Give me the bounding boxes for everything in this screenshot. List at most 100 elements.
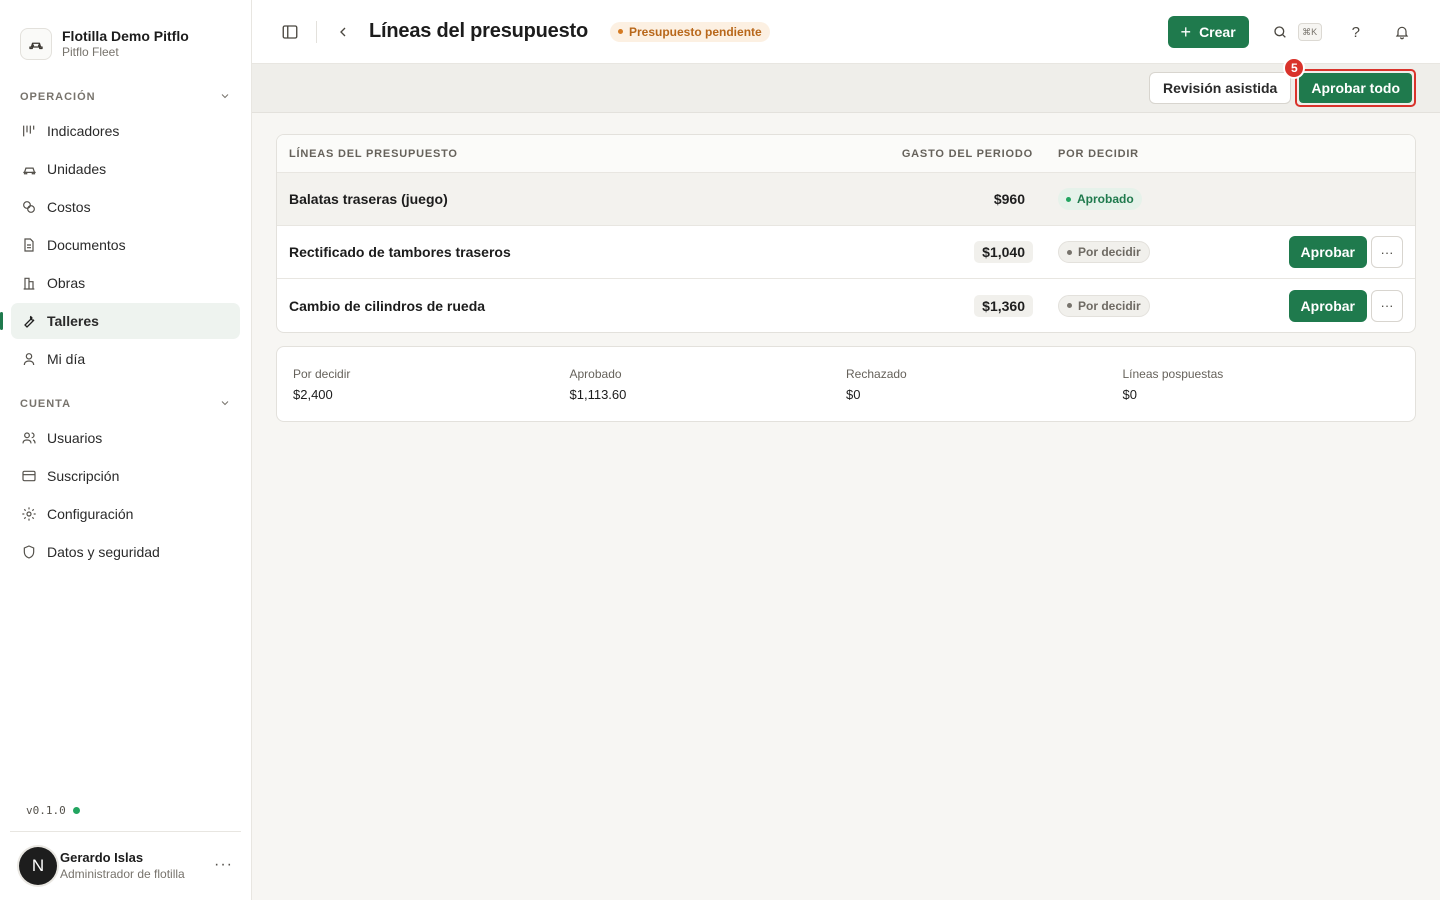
sidebar-item-label: Configuración [47, 506, 134, 522]
status-dot [618, 29, 623, 34]
table-row[interactable]: Balatas traseras (juego) $960 Aprobado [277, 173, 1415, 226]
summary-value: $0 [846, 387, 861, 402]
topbar-actions: + Crear ⌘K ? [1167, 16, 1414, 48]
section-title: OPERACIÓN [20, 91, 96, 103]
summary-approved: Aprobado $1,113.60 [570, 366, 847, 402]
more-options-icon[interactable]: ··· [1371, 236, 1403, 268]
more-options-icon[interactable]: ··· [1371, 289, 1403, 322]
sidebar-item-label: Obras [47, 275, 86, 291]
credit-card-icon [20, 467, 38, 485]
sidebar-toggle-icon[interactable] [278, 20, 302, 44]
assisted-review-button[interactable]: Revisión asistida [1148, 72, 1292, 104]
sidebar-item-label: Mi día [47, 351, 86, 367]
section-operacion-header[interactable]: OPERACIÓN [0, 87, 251, 107]
kanban-icon [20, 122, 38, 140]
sidebar-item-unidades[interactable]: Unidades [11, 151, 240, 187]
page-title: Líneas del presupuesto [369, 20, 588, 42]
action-bar: Revisión asistida 5 Aprobar todo [252, 57, 1440, 113]
summary-label: Rechazado [846, 367, 907, 381]
table-row[interactable]: Cambio de cilindros de rueda $1,360 Por … [277, 279, 1415, 332]
status-dot [1066, 196, 1071, 202]
sidebar-item-label: Indicadores [47, 123, 120, 139]
sidebar-item-mi-dia[interactable]: Mi día [11, 341, 240, 377]
sidebar-item-suscripcion[interactable]: Suscripción [11, 458, 240, 494]
section-title: CUENTA [20, 398, 72, 410]
approve-all-button[interactable]: Aprobar todo [1299, 73, 1412, 103]
wrench-icon [20, 312, 38, 330]
more-horizontal-icon[interactable]: ··· [214, 856, 233, 874]
bell-icon[interactable] [1390, 20, 1414, 44]
org-name: Flotilla Demo Pitflo [62, 28, 189, 44]
status-label: Por decidir [1078, 298, 1141, 313]
user-icon [20, 350, 38, 368]
keyboard-shortcut: ⌘K [1297, 23, 1322, 41]
header-name: LÍNEAS DEL PRESUPUESTO [289, 147, 458, 160]
brand[interactable]: Flotilla Demo Pitflo Pitflo Fleet [0, 0, 251, 70]
app-version: v0.1.0 [26, 804, 80, 817]
car-logo-icon [20, 28, 52, 60]
gear-icon [20, 505, 38, 523]
summary-label: Aprobado [569, 367, 622, 381]
user-profile[interactable]: N Gerardo Islas Administrador de flotill… [10, 831, 241, 900]
table-row[interactable]: Rectificado de tambores traseros $1,040 … [277, 226, 1415, 279]
section-cuenta-header[interactable]: CUENTA [0, 394, 251, 414]
sidebar-item-usuarios[interactable]: Usuarios [11, 420, 240, 456]
sidebar-item-obras[interactable]: Obras [11, 265, 240, 301]
status-badge: Presupuesto pendiente [610, 21, 770, 42]
users-icon [20, 429, 38, 447]
car-icon [20, 160, 38, 178]
status-badge: Por decidir [1058, 294, 1150, 317]
create-button[interactable]: + Crear [1167, 16, 1249, 48]
summary-label: Por decidir [293, 367, 351, 381]
sidebar-item-label: Suscripción [47, 468, 120, 484]
line-amount: $1,040 [974, 241, 1033, 263]
summary-value: $2,400 [293, 387, 333, 402]
status-badge-label: Presupuesto pendiente [629, 24, 762, 39]
status-dot [1067, 249, 1072, 255]
building-icon [20, 274, 38, 292]
coins-icon [20, 198, 38, 216]
divider [316, 20, 317, 43]
line-name: Rectificado de tambores traseros [289, 244, 511, 260]
table-header: LÍNEAS DEL PRESUPUESTO GASTO DEL PERIODO… [277, 135, 1415, 173]
search-button[interactable]: ⌘K [1268, 20, 1322, 44]
row-actions: Aprobar ··· [1265, 236, 1415, 268]
summary-label: Líneas pospuestas [1122, 367, 1224, 381]
file-icon [20, 236, 38, 254]
approve-all-highlight: 5 Aprobar todo [1283, 57, 1416, 107]
sidebar-item-label: Usuarios [47, 430, 103, 446]
shield-icon [20, 543, 38, 561]
sidebar-item-label: Costos [47, 199, 91, 215]
org-subtitle: Pitflo Fleet [62, 45, 119, 59]
approve-button[interactable]: Aprobar [1288, 289, 1367, 322]
main-content: Líneas del presupuesto Presupuesto pendi… [252, 0, 1440, 900]
sidebar-item-configuracion[interactable]: Configuración [11, 496, 240, 532]
user-name: Gerardo Islas [60, 850, 144, 865]
approve-button[interactable]: Aprobar [1288, 236, 1367, 268]
sidebar-item-label: Documentos [47, 237, 126, 253]
sidebar-item-indicadores[interactable]: Indicadores [11, 113, 240, 149]
status-dot [1067, 303, 1072, 308]
back-chevron-icon[interactable] [331, 20, 355, 44]
avatar: N [19, 847, 57, 885]
user-role: Administrador de flotilla [60, 867, 185, 881]
line-name: Balatas traseras (juego) [289, 191, 448, 207]
sidebar-item-talleres[interactable]: Talleres [0, 303, 240, 339]
row-actions: Aprobar ··· [1265, 289, 1415, 322]
summary-pending: Por decidir $2,400 [293, 366, 570, 402]
header-amount: GASTO DEL PERIODO [901, 147, 1033, 160]
sidebar-item-costos[interactable]: Costos [11, 189, 240, 225]
summary-rejected: Rechazado $0 [846, 366, 1123, 402]
sidebar-item-datos-seguridad[interactable]: Datos y seguridad [11, 534, 240, 570]
line-amount: $960 [993, 191, 1025, 207]
search-icon [1268, 20, 1292, 44]
plus-icon: + [1180, 21, 1192, 42]
line-amount: $1,360 [974, 294, 1033, 317]
help-icon[interactable]: ? [1352, 24, 1360, 41]
sidebar-item-documentos[interactable]: Documentos [11, 227, 240, 263]
app: Flotilla Demo Pitflo Pitflo Fleet OPERAC… [0, 0, 1440, 900]
status-badge: Aprobado [1058, 188, 1142, 210]
status-dot [72, 807, 80, 814]
topbar: Líneas del presupuesto Presupuesto pendi… [252, 0, 1440, 64]
summary-value: $0 [1122, 387, 1137, 402]
